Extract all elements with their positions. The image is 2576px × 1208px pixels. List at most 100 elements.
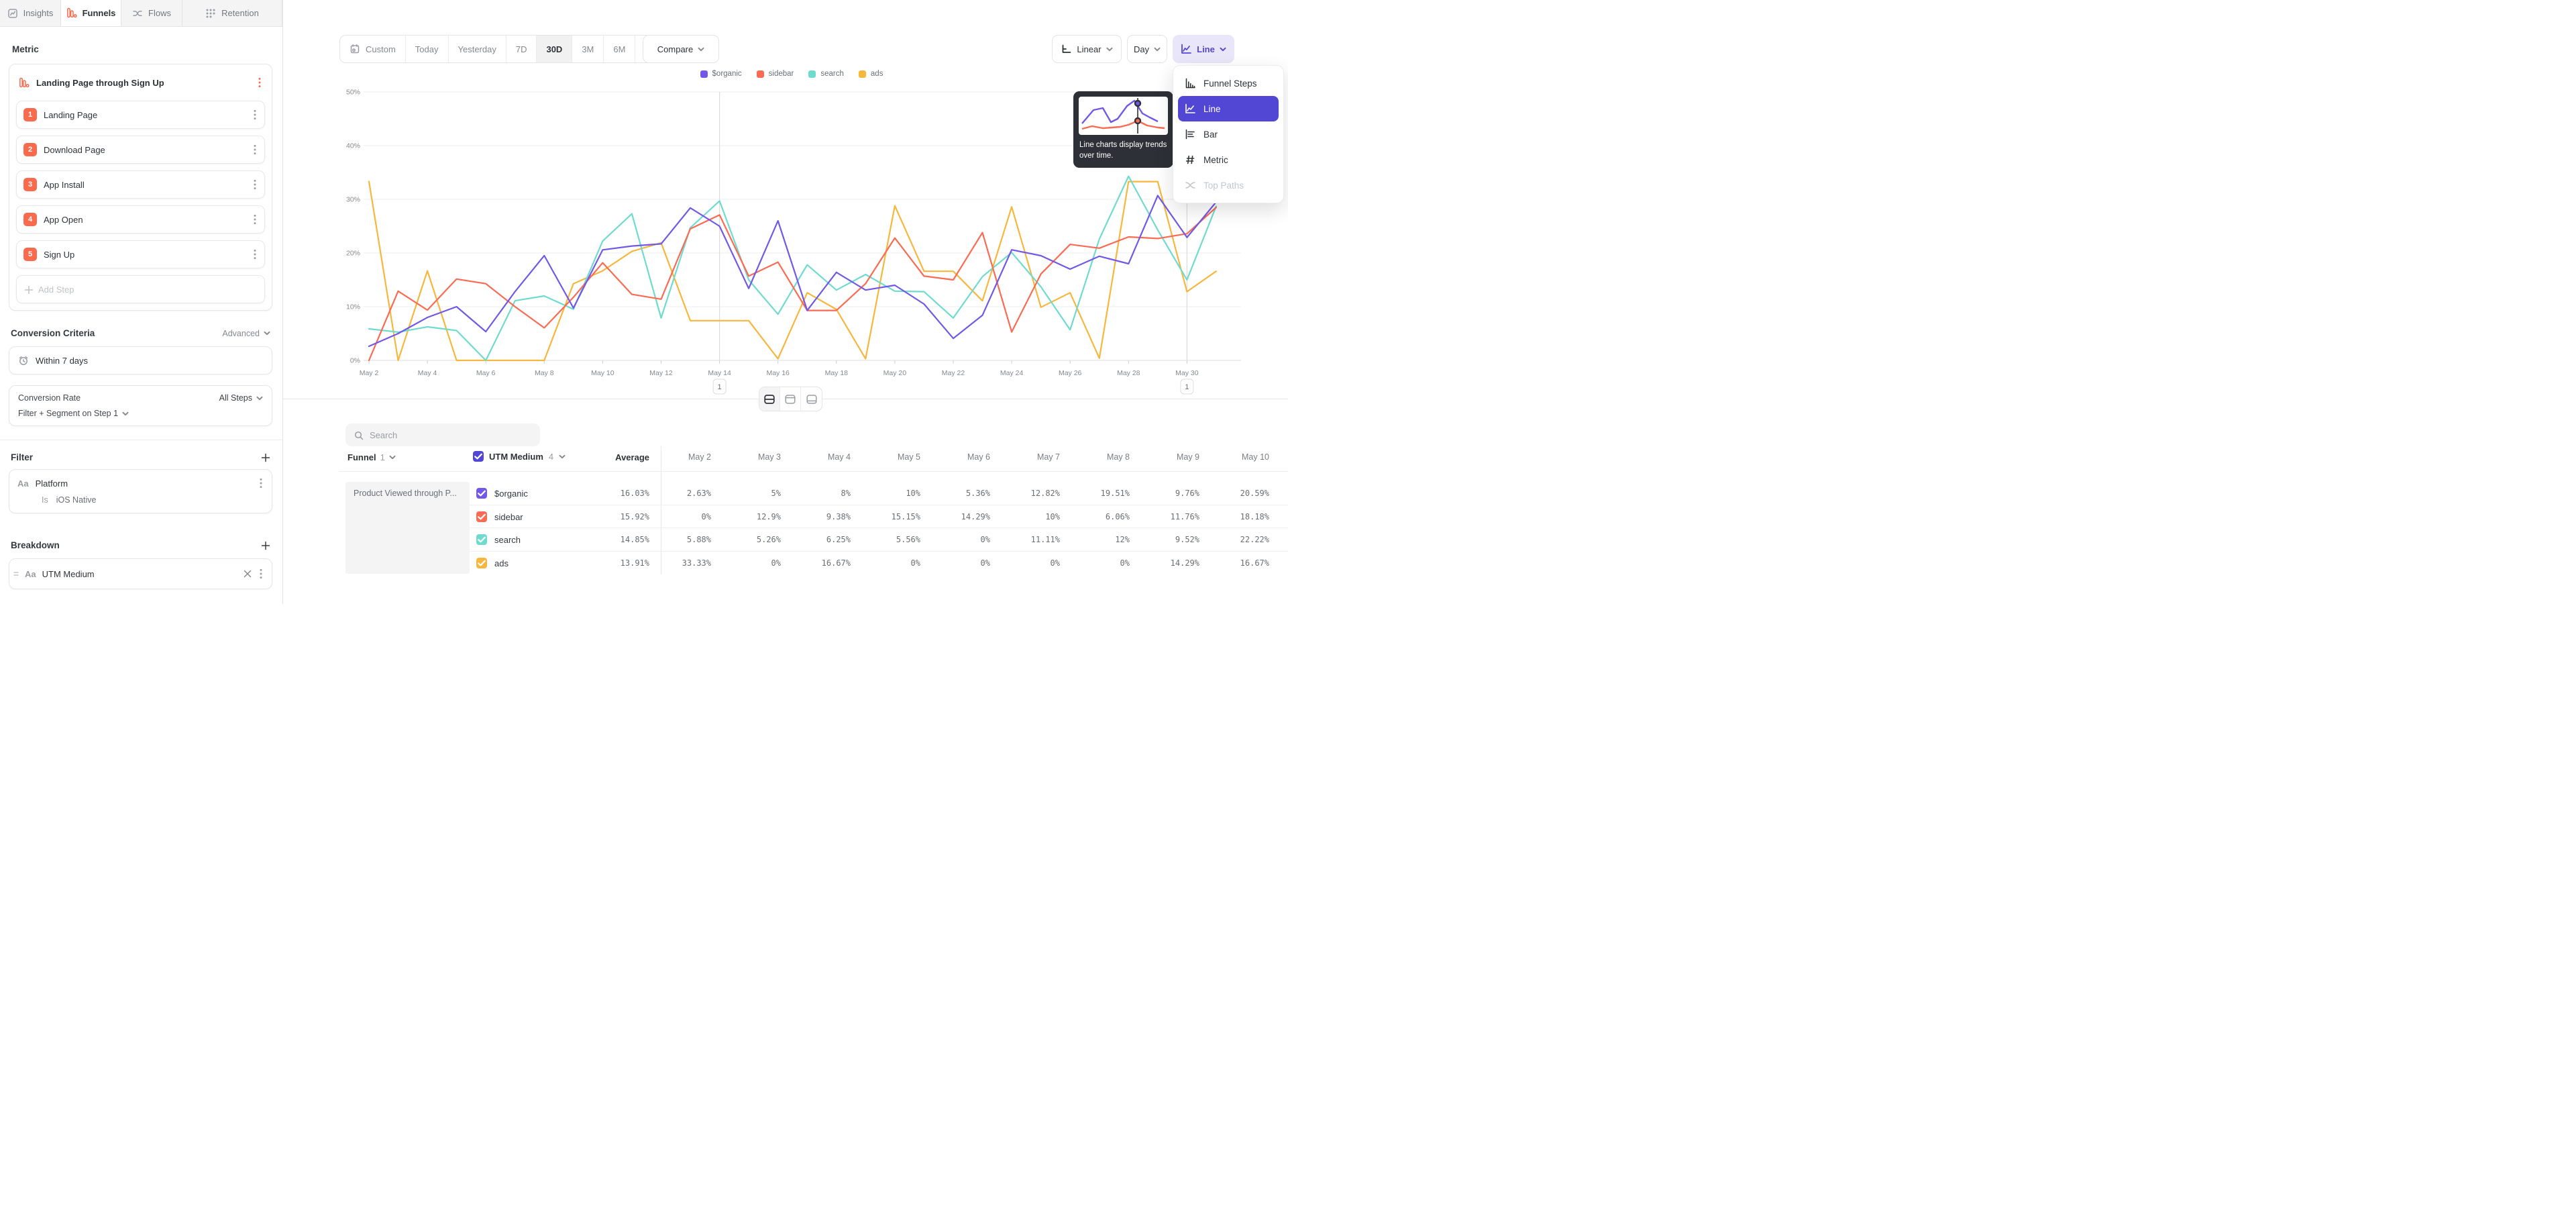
granularity-dropdown[interactable]: Day xyxy=(1127,35,1167,63)
filter-menu-button[interactable] xyxy=(258,476,264,490)
search-icon xyxy=(354,430,364,440)
y-axis-label: 0% xyxy=(350,357,360,365)
y-axis-label: 20% xyxy=(346,250,360,258)
row-checkbox[interactable] xyxy=(476,534,487,545)
string-type-icon: Aa xyxy=(25,569,36,579)
range-3m[interactable]: 3M xyxy=(572,36,604,62)
funnel-column-header[interactable]: Funnel 1 xyxy=(347,452,396,462)
step-label: App Open xyxy=(44,215,252,225)
menu-item-funnel-steps[interactable]: Funnel Steps xyxy=(1178,70,1279,96)
tab-funnels[interactable]: Funnels xyxy=(61,0,121,26)
step-menu-button[interactable] xyxy=(252,143,258,156)
date-column-header: May 4 xyxy=(828,452,851,462)
funnel-metric-menu-button[interactable] xyxy=(257,76,262,89)
series-line-search[interactable] xyxy=(369,177,1216,360)
tab-flows[interactable]: Flows xyxy=(121,0,182,26)
range-30d[interactable]: 30D xyxy=(537,36,572,62)
row-checkbox[interactable] xyxy=(476,558,487,568)
table-row-organic[interactable]: $organic16.03%2.63%5%8%10%5.36%12.82%19.… xyxy=(339,482,1288,505)
filter-operator[interactable]: Is xyxy=(42,495,48,505)
chart-type-dropdown[interactable]: Line xyxy=(1173,35,1234,63)
funnel-step-3[interactable]: 3App Install xyxy=(16,170,265,199)
x-axis-label: May 12 xyxy=(649,369,673,377)
range-6m[interactable]: 6M xyxy=(604,36,635,62)
x-axis-label: May 22 xyxy=(942,369,965,377)
range-yesterday[interactable]: Yesterday xyxy=(449,36,506,62)
cell-value: 14.29% xyxy=(1171,558,1199,568)
legend-item-search[interactable]: search xyxy=(808,70,844,78)
step-menu-button[interactable] xyxy=(252,248,258,261)
step-menu-button[interactable] xyxy=(252,178,258,191)
funnel-step-5[interactable]: 5Sign Up xyxy=(16,240,265,268)
breakdown-column-header[interactable]: UTM Medium 4 xyxy=(473,451,566,462)
table-row-search[interactable]: search14.85%5.88%5.26%6.25%5.56%0%11.11%… xyxy=(339,528,1288,552)
chart-type-menu: Funnel StepsLineBarMetricTop Paths xyxy=(1173,65,1284,203)
series-name: sidebar xyxy=(494,512,523,522)
step-menu-button[interactable] xyxy=(252,213,258,226)
filter-value[interactable]: iOS Native xyxy=(56,495,97,505)
table-row-sidebar[interactable]: sidebar15.92%0%12.9%9.38%15.15%14.29%10%… xyxy=(339,505,1288,529)
breakdown-menu-button[interactable] xyxy=(258,567,264,581)
y-axis-label: 50% xyxy=(346,89,360,97)
add-filter-button[interactable] xyxy=(260,452,270,462)
series-line-sidebar[interactable] xyxy=(369,207,1216,360)
menu-item-label: Funnel Steps xyxy=(1203,79,1257,89)
range-custom[interactable]: Custom xyxy=(340,36,406,62)
chevron-down-icon xyxy=(559,454,566,459)
step-number-badge: 3 xyxy=(23,178,37,191)
filter-property-name[interactable]: Platform xyxy=(36,479,252,489)
funnel-step-4[interactable]: 4App Open xyxy=(16,205,265,234)
filter-platform-card: Aa Platform Is iOS Native xyxy=(9,469,272,513)
funnel-step-2[interactable]: 2Download Page xyxy=(16,136,265,164)
legend-label: sidebar xyxy=(769,70,794,78)
tab-insights[interactable]: Insights xyxy=(0,0,61,26)
range-today[interactable]: Today xyxy=(406,36,449,62)
drag-handle-icon xyxy=(13,568,19,579)
cell-value: 9.76% xyxy=(1175,489,1199,498)
breakdown-utm-card[interactable]: Aa UTM Medium xyxy=(9,558,272,589)
line-chart-tooltip: Line charts display trends over time. xyxy=(1073,91,1173,168)
layout-top-view-button[interactable] xyxy=(780,387,801,411)
tooltip-text: Line charts display trends over time. xyxy=(1079,140,1168,162)
breakdown-section-header: Breakdown xyxy=(11,540,270,550)
line-chart-icon xyxy=(1181,44,1192,54)
legend-item-organic[interactable]: $organic xyxy=(700,70,742,78)
row-checkbox[interactable] xyxy=(476,488,487,499)
remove-breakdown-button[interactable] xyxy=(243,569,252,578)
legend-item-sidebar[interactable]: sidebar xyxy=(757,70,794,78)
funnel-step-1[interactable]: 1Landing Page xyxy=(16,101,265,129)
layout-bottom-view-button[interactable] xyxy=(801,387,822,411)
date-column-header: May 5 xyxy=(898,452,920,462)
range-7d[interactable]: 7D xyxy=(506,36,537,62)
tab-retention[interactable]: Retention xyxy=(182,0,282,26)
kebab-icon xyxy=(258,77,261,88)
add-step-button[interactable]: Add Step xyxy=(16,275,265,303)
conversion-window-button[interactable]: Within 7 days xyxy=(9,346,272,374)
drag-handle-icon[interactable] xyxy=(13,568,19,579)
compare-button[interactable]: Compare xyxy=(643,35,719,63)
table-row-ads[interactable]: ads13.91%33.33%0%16.67%0%0%0%0%14.29%16.… xyxy=(339,552,1288,575)
step-menu-button[interactable] xyxy=(252,108,258,121)
plus-icon xyxy=(260,452,270,462)
x-axis-label: May 20 xyxy=(883,369,907,377)
add-breakdown-button[interactable] xyxy=(260,540,270,550)
menu-item-metric[interactable]: Metric xyxy=(1178,147,1279,172)
advanced-dropdown[interactable]: Advanced xyxy=(222,329,270,338)
search-input[interactable] xyxy=(370,430,532,440)
funnel-metric-header[interactable]: Landing Page through Sign Up xyxy=(16,71,265,94)
menu-item-line[interactable]: Line xyxy=(1178,96,1279,121)
cell-value: 0% xyxy=(981,535,990,544)
chart-legend: $organic sidebar search ads xyxy=(339,70,1244,78)
y-axis-label: 10% xyxy=(346,303,360,311)
scale-dropdown[interactable]: Linear xyxy=(1052,35,1122,63)
conversion-rate-steps-dropdown[interactable]: All Steps xyxy=(219,393,263,403)
row-checkbox[interactable] xyxy=(476,511,487,522)
select-all-checkbox[interactable] xyxy=(473,451,484,462)
conversion-criteria-label: Conversion Criteria xyxy=(11,328,95,338)
layout-split-view-button[interactable] xyxy=(759,387,780,411)
x-axis-label: May 26 xyxy=(1059,369,1082,377)
funnels-icon xyxy=(19,77,30,88)
filter-segment-dropdown[interactable]: Filter + Segment on Step 1 xyxy=(18,409,263,418)
legend-item-ads[interactable]: ads xyxy=(859,70,883,78)
menu-item-bar[interactable]: Bar xyxy=(1178,121,1279,147)
